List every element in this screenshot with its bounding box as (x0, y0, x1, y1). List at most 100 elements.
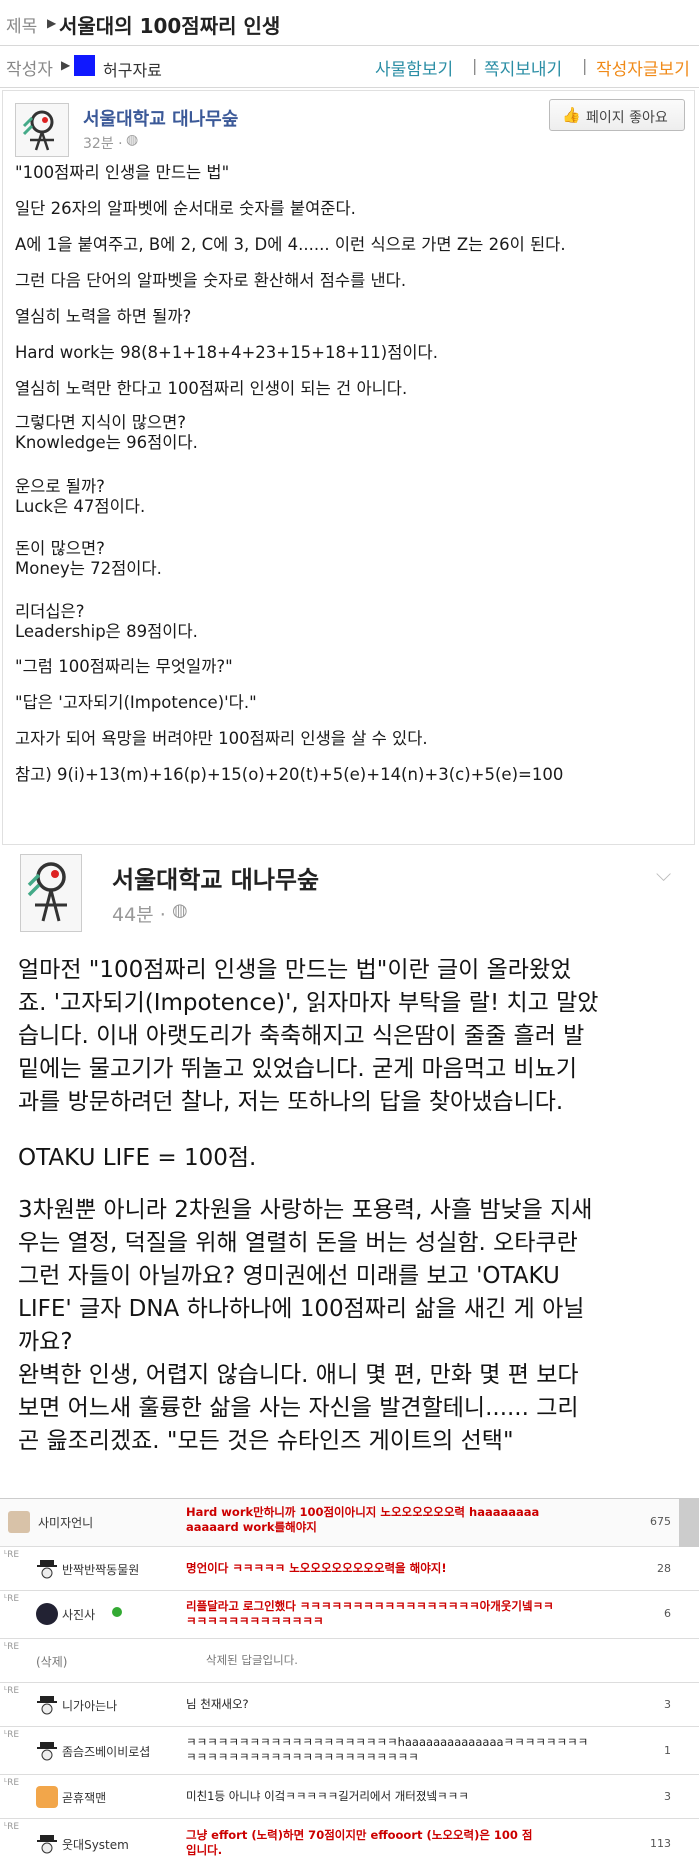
comment-text: 님 천재새오? (186, 1697, 249, 1711)
reply-marker: ᴸRE (4, 1686, 20, 1696)
reply-marker: ᴸRE (4, 1642, 20, 1652)
post-line: 곤 읊조리겠죠. "모든 것은 슈타인즈 게이트의 선택" (18, 1428, 514, 1454)
post-line: 열심히 노력을 하면 될까? (15, 307, 192, 326)
comment-count: 1 (664, 1744, 671, 1757)
crane-logo-icon (27, 862, 67, 922)
comment-author[interactable]: 사미자언니 (38, 1514, 93, 1531)
author-name[interactable]: 허구자료 (103, 57, 162, 81)
globe-icon: ◍ (126, 132, 139, 148)
post-line: 그런 자들이 아닐까요? 영미권에선 미래를 보고 'OTAKU (18, 1263, 560, 1289)
post-line: 그런 다음 단어의 알파벳을 숫자로 환산해서 점수를 낸다. (15, 271, 407, 290)
post-line: Luck은 47점이다. (15, 497, 146, 516)
hat-avatar-icon (36, 1558, 58, 1580)
globe-icon: ◍ (172, 900, 188, 921)
page-name[interactable]: 서울대학교 대나무숲 (83, 105, 238, 131)
title-label: 제목 (6, 17, 38, 37)
face-avatar-icon (36, 1786, 58, 1808)
post-line: 3차원뿐 아니라 2차원을 사랑하는 포용력, 사흘 밤낮을 지새 (18, 1197, 593, 1223)
post-line: 과를 방문하려던 찰나, 저는 또하나의 답을 찾아냈습니다. (18, 1089, 564, 1115)
comment-author[interactable]: 좀슴즈베이비로셥 (62, 1743, 150, 1760)
page-name[interactable]: 서울대학교 대나무숲 (112, 860, 319, 895)
comment-count: 3 (664, 1790, 671, 1803)
online-status-icon (112, 1607, 122, 1617)
post-line: 완벽한 인생, 어렵지 않습니다. 애니 몇 편, 만화 몇 편 보다 (18, 1362, 579, 1388)
comment-row: ᴸRE 반짝반짝동물원 명언이다 ㅋㅋㅋㅋㅋ 노오오오오오오오오력을 해야지! … (0, 1547, 699, 1591)
comment-count: 113 (650, 1837, 671, 1850)
post-line: 얼마전 "100점짜리 인생을 만드는 법"이란 글이 올라왔었 (18, 957, 572, 983)
comment-text: Hard work만하니까 100점이아니지 노오오오오오오력 haaaaaaa… (186, 1505, 540, 1534)
post-line: 일단 26자의 알파벳에 순서대로 숫자를 붙여준다. (15, 199, 356, 218)
like-page-label: 페이지 좋아요 (586, 110, 668, 126)
comment-count: 6 (664, 1607, 671, 1620)
comment-row: ᴸRE 곧휴잭맨 미친1등 아니냐 이겈ㅋㅋㅋㅋㅋ길거리에서 개터졌넼ㅋㅋㅋ 3 (0, 1775, 699, 1819)
title-row: 제목 ▶ 서울대의 100점짜리 인생 (0, 0, 699, 46)
post-title: 서울대의 100점짜리 인생 (59, 14, 281, 38)
post-line: OTAKU LIFE = 100점. (18, 1145, 257, 1171)
comment-count: 3 (664, 1698, 671, 1711)
comment-row-deleted: ᴸRE (삭제) 삭제된 답글입니다. (0, 1639, 699, 1683)
reply-marker: ᴸRE (4, 1778, 20, 1788)
comment-count: 28 (657, 1562, 671, 1575)
comment-author[interactable]: 사진사 (62, 1606, 95, 1623)
post-line: A에 1을 붙여주고, B에 2, C에 3, D에 4...... 이런 식으… (15, 235, 566, 254)
chevron-down-icon[interactable]: ⌵ (656, 862, 671, 886)
comment-author[interactable]: 반짝반짝동물원 (62, 1561, 139, 1578)
post-line: 운으로 될까? (15, 477, 105, 496)
hat-avatar-icon (36, 1833, 58, 1855)
facebook-post-2: 서울대학교 대나무숲 44분 · ◍ ⌵ 얼마전 "100점짜리 인생을 만드는… (0, 848, 699, 1498)
link-separator: | (472, 56, 478, 75)
post-line: 우는 열정, 덕질을 위해 열렬히 돈을 버는 성실함. 오타쿠란 (18, 1230, 578, 1256)
post-line: 까요? (18, 1329, 73, 1355)
author-label: 작성자 (6, 60, 53, 80)
bamboo-forest-avatar (15, 103, 69, 157)
bamboo-forest-avatar (20, 854, 82, 932)
comment-text: 명언이다 ㅋㅋㅋㅋㅋ 노오오오오오오오오력을 해야지! (186, 1561, 447, 1575)
comment-author[interactable]: 니가아는나 (62, 1697, 117, 1714)
post-line: 죠. '고자되기(Impotence)', 읽자마자 부탁을 랄! 치고 말았 (18, 990, 599, 1016)
post-line: 리더십은? (15, 602, 85, 621)
post-line: 열심히 노력만 한다고 100점짜리 인생이 되는 건 아니다. (15, 379, 408, 398)
reply-marker: ᴸRE (4, 1822, 20, 1832)
camera-avatar-icon (36, 1603, 58, 1625)
post-line: LIFE' 글자 DNA 하나하나에 100점짜리 삶을 새긴 게 아닐 (18, 1296, 585, 1322)
caret-right-icon: ▶ (47, 16, 57, 30)
link-separator: | (582, 56, 588, 75)
scrollbar[interactable] (679, 1499, 699, 1547)
comment-text: 미친1등 아니냐 이겈ㅋㅋㅋㅋㅋ길거리에서 개터졌넼ㅋㅋㅋ (186, 1789, 469, 1803)
thumbs-up-icon: 👍 (562, 106, 581, 124)
post-line: "답은 '고자되기(Impotence)'다." (15, 693, 257, 712)
comment-author[interactable]: 곧휴잭맨 (62, 1789, 106, 1806)
comment-author[interactable]: 웃대System (62, 1836, 129, 1853)
comment-text: 삭제된 답글입니다. (206, 1653, 298, 1667)
post-line: 습니다. 이내 아랫도리가 축축해지고 식은땀이 줄줄 흘러 발 (18, 1023, 585, 1049)
comment-author: (삭제) (36, 1655, 68, 1669)
reply-marker: ᴸRE (4, 1550, 20, 1560)
locker-link[interactable]: 사물함보기 (375, 55, 453, 80)
hat-avatar-icon (36, 1694, 58, 1716)
post-time: 32분 · (83, 136, 123, 152)
post-line: 참고) 9(i)+13(m)+16(p)+15(o)+20(t)+5(e)+14… (15, 765, 564, 784)
post-line: Hard work는 98(8+1+18+4+23+15+18+11)점이다. (15, 343, 438, 362)
comment-text: ㅋㅋㅋㅋㅋㅋㅋㅋㅋㅋㅋㅋㅋㅋㅋㅋㅋㅋㅋㅋhaaaaaaaaaaaaaaㅋㅋㅋㅋㅋ… (186, 1735, 589, 1764)
post-line: Knowledge는 96점이다. (15, 433, 198, 452)
author-posts-link[interactable]: 작성자글보기 (596, 55, 690, 80)
send-message-link[interactable]: 쪽지보내기 (484, 55, 562, 80)
post-line: 돈이 많으면? (15, 539, 105, 558)
woman-avatar-icon (8, 1511, 30, 1533)
comment-row: ᴸRE 니가아는나 님 천재새오? 3 (0, 1683, 699, 1727)
author-badge (74, 55, 95, 76)
reply-marker: ᴸRE (4, 1594, 20, 1604)
comment-text: 리플달라고 로그인했다 ㅋㅋㅋㅋㅋㅋㅋㅋㅋㅋㅋㅋㅋㅋㅋㅋㅋ아개웃기넼ㅋㅋ ㅋㅋㅋㅋ… (186, 1599, 554, 1628)
comment-row: ᴸRE 사진사 리플달라고 로그인했다 ㅋㅋㅋㅋㅋㅋㅋㅋㅋㅋㅋㅋㅋㅋㅋㅋㅋ아개웃… (0, 1591, 699, 1639)
author-row: 작성자 ▶ 허구자료 사물함보기 | 쪽지보내기 | 작성자글보기 (0, 46, 699, 88)
caret-right-icon: ▶ (61, 58, 71, 72)
post-time: 44분 · (112, 904, 166, 926)
comment-row: 사미자언니 Hard work만하니까 100점이아니지 노오오오오오오력 ha… (0, 1499, 699, 1547)
post-line: 고자가 되어 욕망을 버려야만 100점짜리 인생을 살 수 있다. (15, 729, 428, 748)
comments-list: 사미자언니 Hard work만하니까 100점이아니지 노오오오오오오력 ha… (0, 1498, 699, 1868)
like-page-button[interactable]: 👍 페이지 좋아요 (549, 99, 685, 131)
comment-count: 675 (650, 1515, 671, 1528)
comment-row: ᴸRE 좀슴즈베이비로셥 ㅋㅋㅋㅋㅋㅋㅋㅋㅋㅋㅋㅋㅋㅋㅋㅋㅋㅋㅋㅋhaaaaaa… (0, 1727, 699, 1775)
comment-row: ᴸRE 웃대System 그냥 effort (노력)하면 70점이지만 eff… (0, 1819, 699, 1868)
post-line: 밑에는 물고기가 뛰놀고 있었습니다. 굳게 마음먹고 비뇨기 (18, 1056, 578, 1082)
